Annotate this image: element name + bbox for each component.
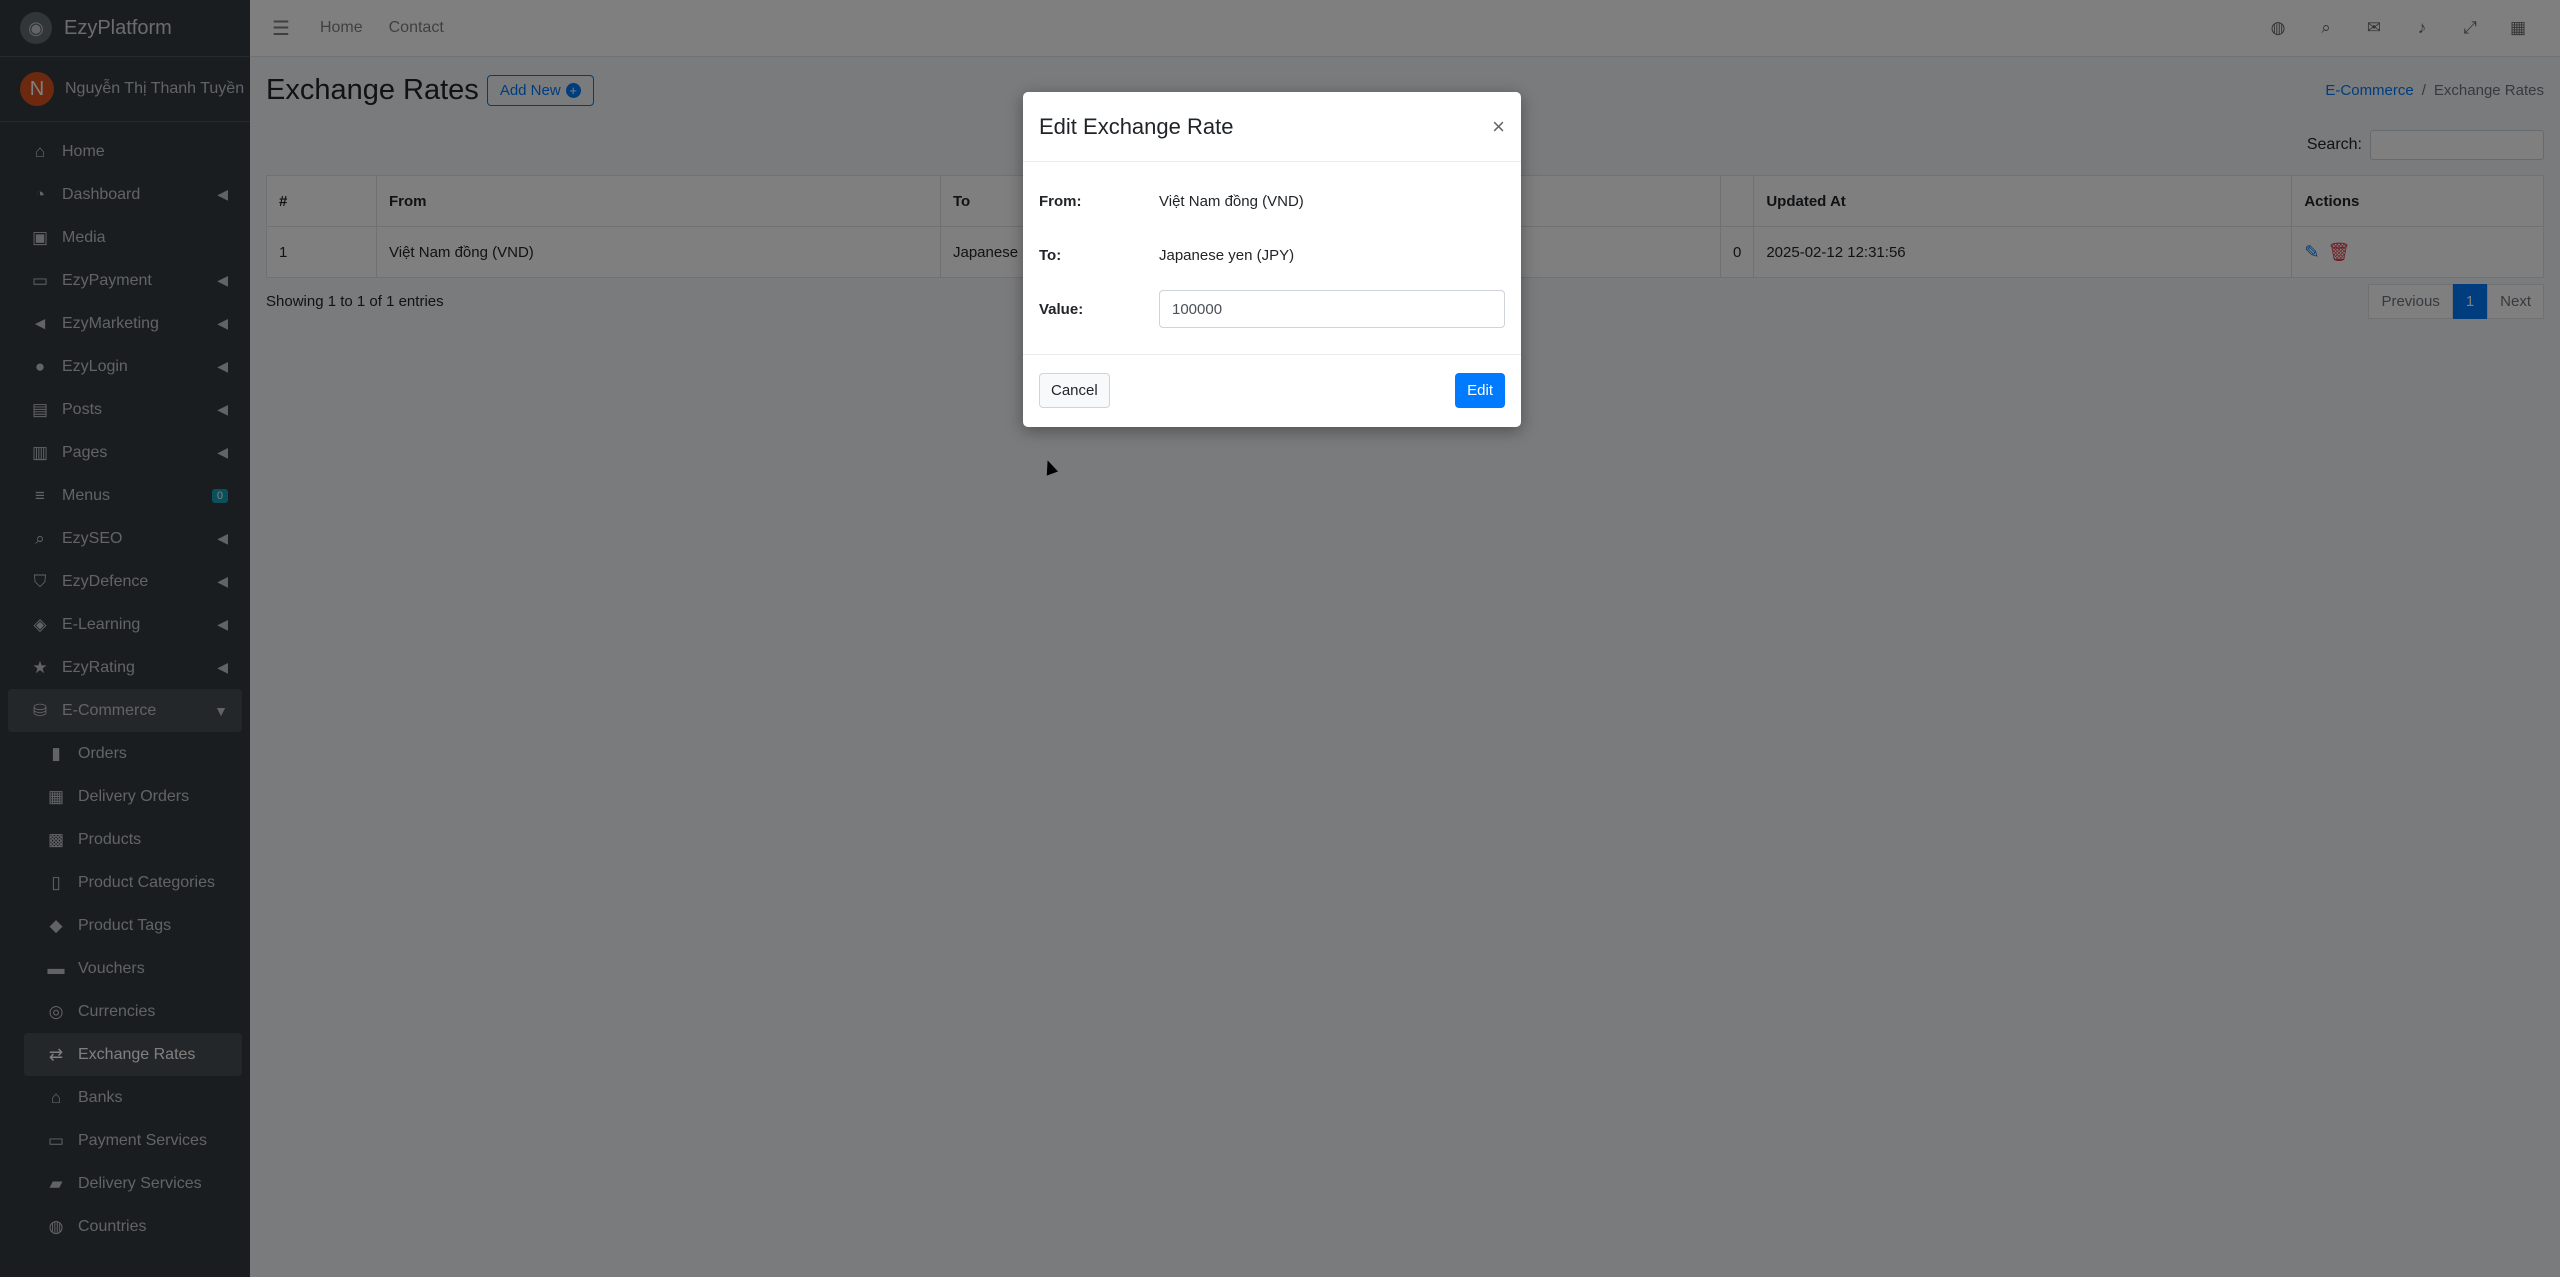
edit-submit-button[interactable]: Edit xyxy=(1455,373,1505,408)
close-icon[interactable]: × xyxy=(1492,114,1505,140)
modal-title: Edit Exchange Rate xyxy=(1039,113,1234,139)
value-label: Value: xyxy=(1039,300,1084,318)
from-label: From: xyxy=(1039,192,1082,210)
to-value: Japanese yen (JPY) xyxy=(1159,246,1295,264)
edit-exchange-rate-modal: Edit Exchange Rate × From: Việt Nam đồng… xyxy=(1023,92,1521,427)
to-label: To: xyxy=(1039,246,1062,264)
cancel-button[interactable]: Cancel xyxy=(1039,373,1110,408)
from-value: Việt Nam đồng (VND) xyxy=(1159,192,1304,210)
value-input[interactable] xyxy=(1159,290,1505,328)
